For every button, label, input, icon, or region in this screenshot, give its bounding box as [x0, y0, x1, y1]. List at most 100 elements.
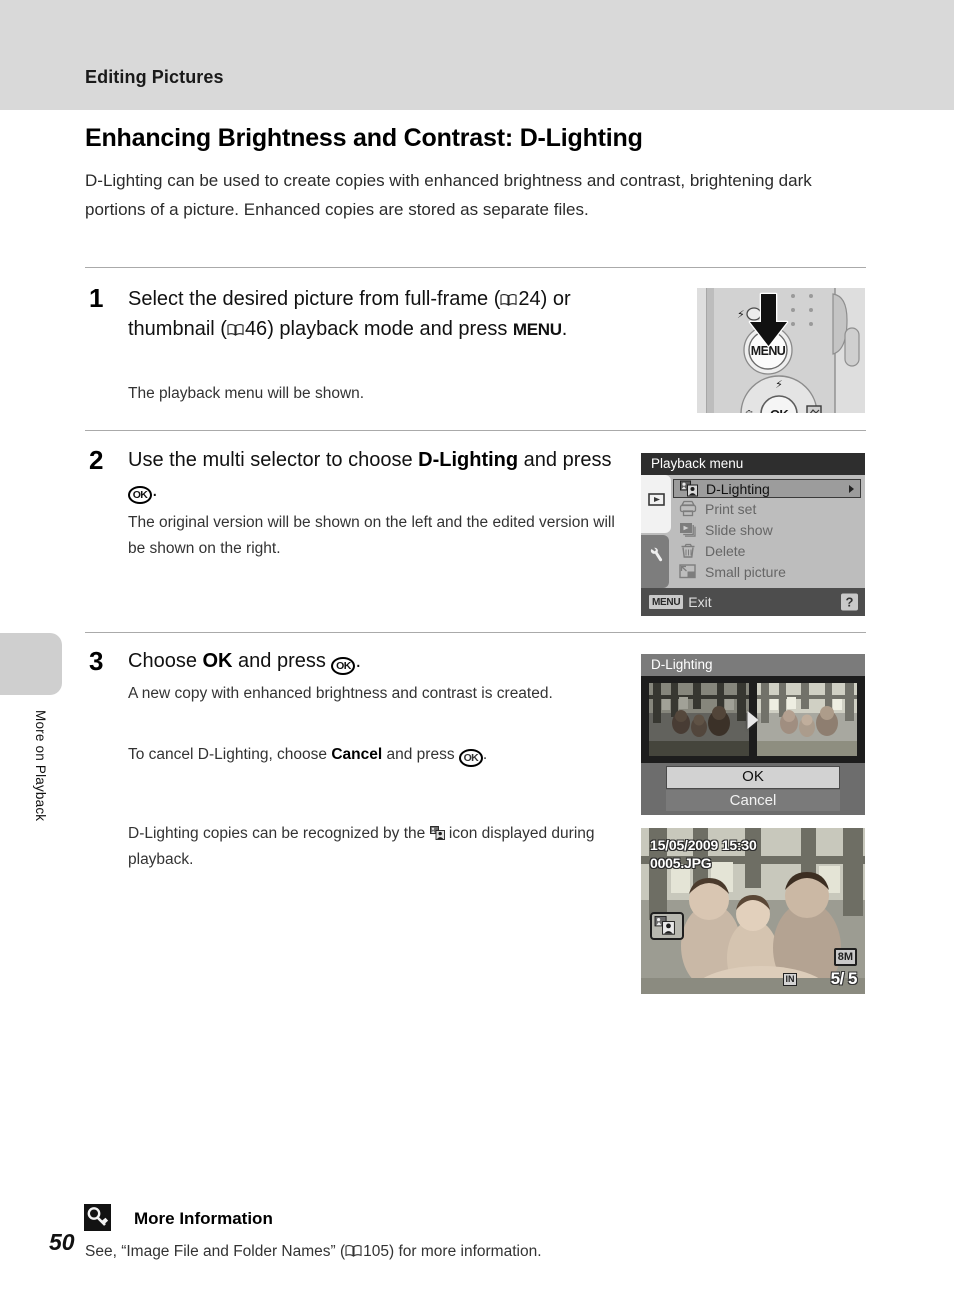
step-2-number: 2	[89, 445, 104, 475]
capture-date: 15/05/2009 15:30	[650, 837, 757, 853]
playback-menu-tabs	[641, 475, 673, 588]
more-info-text-a: See, “Image File and Folder Names” (	[85, 1243, 346, 1260]
step-1-text-a: Select the desired picture from full-fra…	[128, 288, 501, 310]
ok-button-glyph: OK	[331, 657, 356, 675]
step-2-text-c: .	[152, 479, 158, 501]
ok-button-glyph: OK	[128, 486, 152, 504]
menu-item-print-set[interactable]: Print set	[673, 498, 865, 519]
d-lighting-buttons: OK Cancel	[641, 763, 865, 815]
step-1-body: The playback menu will be shown.	[128, 385, 365, 402]
playback-menu-title: Playback menu	[641, 453, 865, 475]
step-2-text-a: Use the multi selector to choose	[128, 449, 419, 471]
d-lighting-ok-button[interactable]: OK	[666, 766, 840, 789]
playback-tab[interactable]	[641, 475, 671, 533]
more-info-ref: 105	[363, 1243, 390, 1260]
svg-text:⚡: ⚡	[737, 308, 745, 321]
ok-button-glyph: OK	[458, 749, 483, 767]
image-info-overlay: 15/05/2009 15:30 0005.JPG	[650, 836, 757, 872]
d-lighting-cancel-button[interactable]: Cancel	[666, 790, 840, 811]
playback-menu-screen: Playback menu D-Lighting Print set Slide…	[641, 453, 865, 616]
key-icon	[84, 1204, 111, 1231]
menu-item-slide-show[interactable]: Slide show	[673, 519, 865, 540]
slideshow-icon	[679, 521, 698, 538]
menu-item-d-lighting[interactable]: D-Lighting	[673, 479, 861, 498]
playback-tab-icon	[648, 491, 665, 508]
d-lighting-icon	[680, 480, 699, 497]
menu-item-label: Small picture	[705, 563, 786, 580]
original-photo-thumbnail	[649, 683, 749, 756]
playback-menu-list: D-Lighting Print set Slide show Delete S…	[673, 479, 865, 582]
svg-text:⚡: ⚡	[775, 378, 783, 391]
setup-tab[interactable]	[641, 535, 669, 588]
step-3-body2-b: and press	[382, 746, 459, 763]
step-3-body-3: D-Lighting copies can be recognized by t…	[128, 821, 608, 873]
book-icon	[227, 323, 244, 336]
step-3-body-1: A new copy with enhanced brightness and …	[128, 685, 553, 702]
page-header-band	[0, 0, 954, 110]
step-3-body-2: To cancel D-Lighting, choose Cancel and …	[128, 742, 608, 768]
step-3-number: 3	[89, 646, 104, 676]
chapter-tab-marker	[0, 633, 62, 695]
small-picture-icon	[679, 563, 698, 580]
menu-item-label: D-Lighting	[706, 480, 770, 497]
camera-menu-button-illustration: ⚡ MENU OK ⚡ ⏱	[697, 288, 865, 413]
step-3-body2-a: To cancel D-Lighting, choose	[128, 746, 332, 763]
book-icon	[500, 293, 517, 306]
step-1-text-d: .	[561, 318, 568, 340]
svg-text:OK: OK	[770, 407, 789, 413]
divider-1	[85, 267, 866, 268]
step-3-text-a: Choose	[128, 650, 203, 672]
edited-photo-thumbnail	[757, 683, 857, 756]
d-lighting-comparison	[641, 676, 865, 763]
trash-icon	[679, 542, 698, 559]
playback-menu-footer: MENU Exit ?	[641, 588, 865, 616]
step-2-heading: Use the multi selector to choose D-Light…	[128, 445, 628, 505]
book-icon	[345, 1244, 362, 1257]
d-lighting-screen-title: D-Lighting	[641, 654, 865, 676]
d-lighting-copy-badge	[650, 912, 684, 940]
step-1-number: 1	[89, 283, 104, 313]
step-2-text-b: and press	[518, 449, 612, 471]
step-2-body: The original version will be shown on th…	[128, 514, 615, 557]
step-3-body3-a: D-Lighting copies can be recognized by t…	[128, 825, 430, 842]
divider-3	[85, 632, 866, 633]
menu-item-label: Print set	[705, 500, 757, 517]
d-lighting-screen: D-Lighting OK Cancel	[641, 654, 865, 815]
step-3-bold: OK	[202, 650, 233, 672]
menu-item-delete[interactable]: Delete	[673, 540, 865, 561]
menu-exit-label[interactable]: Exit	[688, 594, 711, 610]
step-3-heading: Choose OK and press OK.	[128, 646, 608, 676]
menu-item-small-picture[interactable]: Small picture	[673, 561, 865, 582]
playback-menu-body: D-Lighting Print set Slide show Delete S…	[641, 475, 865, 588]
step-3-text-b: and press	[232, 650, 332, 672]
svg-text:⏱: ⏱	[745, 408, 754, 413]
more-info-text-b: ) for more information.	[389, 1243, 542, 1260]
divider-2	[85, 430, 866, 431]
menu-item-label: Delete	[705, 542, 746, 559]
page-title: Enhancing Brightness and Contrast: D-Lig…	[85, 124, 643, 152]
d-lighting-copy-icon	[429, 823, 445, 840]
frame-counter: 5/ 5	[830, 969, 858, 988]
menu-item-label: Slide show	[705, 521, 773, 538]
help-badge[interactable]: ?	[841, 593, 858, 611]
step-1-text-c: ) playback mode and press	[267, 318, 513, 340]
printer-icon	[679, 500, 698, 517]
internal-memory-badge: IN	[783, 973, 797, 986]
setup-tab-icon	[647, 547, 664, 564]
step-2-bold: D-Lighting	[418, 449, 519, 471]
step-3-text-c: .	[355, 650, 362, 672]
step-1-heading: Select the desired picture from full-fra…	[128, 284, 648, 345]
more-information-text: See, “Image File and Folder Names” ( 105)…	[85, 1243, 845, 1261]
menu-badge: MENU	[649, 595, 684, 609]
step-1-ref-1: 24	[518, 288, 541, 310]
image-filename: 0005.JPG	[650, 855, 712, 871]
chevron-right-icon	[849, 484, 854, 493]
chapter-sidebar-label: More on Playback	[33, 710, 48, 822]
arrow-right-icon	[747, 710, 759, 729]
chapter-title: Editing Pictures	[85, 67, 224, 87]
intro-paragraph: D-Lighting can be used to create copies …	[85, 171, 812, 219]
step-1-ref-2: 46	[244, 318, 268, 340]
more-information-title: More Information	[134, 1209, 273, 1228]
step-3-body2-c: .	[482, 746, 488, 763]
step-3-body2-bold: Cancel	[331, 746, 383, 763]
